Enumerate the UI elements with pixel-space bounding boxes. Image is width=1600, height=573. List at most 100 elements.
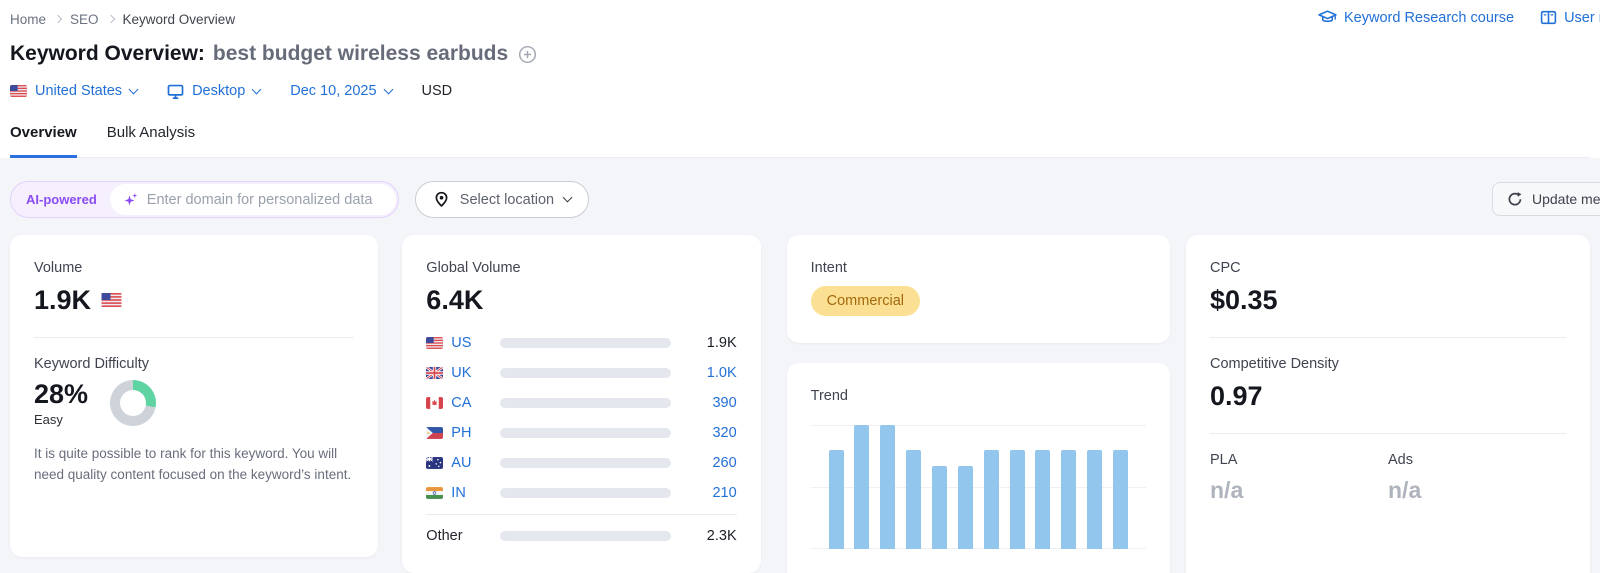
- divider: [34, 337, 354, 338]
- breadcrumb-seo[interactable]: SEO: [70, 12, 99, 27]
- trend-bar: [1087, 450, 1102, 549]
- breadcrumb-chevron-icon: [54, 15, 62, 23]
- volume-bar-track: [500, 488, 670, 498]
- header-links: Keyword Research course User manual: [1318, 9, 1600, 26]
- trend-bar: [932, 466, 947, 549]
- country-volume-value: 2.3K: [681, 528, 737, 544]
- domain-input-wrap[interactable]: [110, 184, 396, 215]
- ads-block: Ads n/a: [1388, 451, 1566, 504]
- location-filter[interactable]: United States: [10, 83, 137, 99]
- intent-label: Intent: [811, 259, 1146, 277]
- country-volume-value[interactable]: 1.0K: [681, 365, 737, 381]
- keyword-difficulty-row: 28% Easy: [34, 379, 354, 427]
- divider: [1210, 433, 1566, 434]
- trend-bar: [854, 425, 869, 549]
- country-link[interactable]: PH: [426, 425, 490, 441]
- volume-bar-track: [500, 398, 670, 408]
- other-label: Other: [426, 528, 490, 544]
- trend-chart: [811, 425, 1146, 549]
- trend-bars: [811, 425, 1146, 549]
- divider: [426, 514, 736, 515]
- volume-card: Volume 1.9K Keyword Difficulty 28% Easy …: [10, 235, 378, 557]
- global-volume-rows: US 1.9K UK 1.0K CA: [426, 328, 736, 551]
- device-filter-label: Desktop: [192, 83, 245, 99]
- breadcrumb-home[interactable]: Home: [10, 12, 46, 27]
- chevron-down-icon: [252, 84, 262, 94]
- chevron-down-icon: [129, 84, 139, 94]
- update-metrics-label: Update metrics: [1532, 191, 1600, 207]
- kd-donut: [110, 380, 156, 426]
- country-link[interactable]: AU: [426, 455, 490, 471]
- pla-value: n/a: [1210, 476, 1388, 504]
- ai-powered-badge: AI-powered: [13, 192, 110, 207]
- trend-bar: [1113, 450, 1128, 549]
- overview-content: AI-powered Select location Update metric…: [0, 158, 1600, 573]
- tab-overview[interactable]: Overview: [10, 123, 77, 158]
- graduation-cap-icon: [1318, 9, 1337, 26]
- global-volume-row-ca: CA 390: [426, 388, 736, 418]
- global-volume-row-uk: UK 1.0K: [426, 358, 736, 388]
- desktop-icon: [167, 83, 184, 100]
- trend-bar: [984, 450, 999, 549]
- country-volume-value[interactable]: 320: [681, 425, 737, 441]
- trend-bar: [906, 450, 921, 549]
- intent-commercial-badge: Commercial: [811, 286, 920, 316]
- keyword-difficulty-description: It is quite possible to rank for this ke…: [34, 444, 354, 486]
- country-volume-value: 1.9K: [681, 335, 737, 351]
- pla-ads-row: PLA n/a Ads n/a: [1210, 451, 1566, 504]
- cpc-label: CPC: [1210, 259, 1566, 277]
- page-title: Keyword Overview: best budget wireless e…: [10, 41, 1590, 67]
- volume-value: 1.9K: [34, 284, 91, 316]
- global-volume-row-au: AU 260: [426, 448, 736, 478]
- keyword-research-course-link[interactable]: Keyword Research course: [1318, 9, 1514, 26]
- breadcrumb-chevron-icon: [106, 15, 114, 23]
- intent-trend-column: Intent Commercial Trend: [787, 235, 1170, 573]
- australia-flag-icon: [426, 457, 443, 469]
- country-volume-value[interactable]: 210: [681, 485, 737, 501]
- user-manual-link[interactable]: User manual: [1540, 9, 1600, 26]
- us-flag-icon: [426, 337, 443, 349]
- country-link[interactable]: IN: [426, 485, 490, 501]
- tab-bulk-analysis[interactable]: Bulk Analysis: [107, 123, 195, 158]
- global-volume-row-us: US 1.9K: [426, 328, 736, 358]
- keyword-difficulty-level: Easy: [34, 412, 88, 427]
- device-filter[interactable]: Desktop: [167, 83, 260, 100]
- select-location-label: Select location: [460, 192, 554, 208]
- ads-value: n/a: [1388, 476, 1566, 504]
- pla-block: PLA n/a: [1210, 451, 1388, 504]
- us-flag-icon: [10, 85, 27, 97]
- volume-bar-track: [500, 338, 670, 348]
- tab-bar: Overview Bulk Analysis: [10, 123, 1590, 158]
- trend-bar: [1035, 450, 1050, 549]
- intent-card: Intent Commercial: [787, 235, 1170, 343]
- trend-bar: [1061, 450, 1076, 549]
- volume-bar-track: [500, 428, 670, 438]
- trend-bar: [880, 425, 895, 549]
- volume-value-row: 1.9K: [34, 284, 354, 316]
- select-location-dropdown[interactable]: Select location: [415, 181, 589, 218]
- philippines-flag-icon: [426, 427, 443, 439]
- toolbar: AI-powered Select location Update metric…: [10, 158, 1590, 218]
- update-metrics-button[interactable]: Update metrics: [1492, 182, 1600, 216]
- domain-input[interactable]: [147, 192, 383, 208]
- circle-plus-icon: [518, 45, 537, 64]
- course-link-label: Keyword Research course: [1344, 10, 1514, 26]
- date-filter[interactable]: Dec 10, 2025: [290, 83, 391, 99]
- volume-bar-track: [500, 531, 670, 541]
- country-link[interactable]: US: [426, 335, 490, 351]
- sparkle-icon: [123, 192, 139, 208]
- cpc-card: CPC $0.35 Competitive Density 0.97 PLA n…: [1186, 235, 1590, 573]
- country-link[interactable]: CA: [426, 395, 490, 411]
- add-keyword-button[interactable]: [518, 45, 537, 64]
- trend-card: Trend: [787, 363, 1170, 573]
- global-volume-row-in: IN 210: [426, 478, 736, 508]
- global-volume-row-ph: PH 320: [426, 418, 736, 448]
- trend-label: Trend: [811, 387, 1146, 405]
- volume-label: Volume: [34, 259, 354, 277]
- chevron-down-icon: [383, 84, 393, 94]
- country-volume-value[interactable]: 260: [681, 455, 737, 471]
- currency-label: USD: [422, 83, 453, 99]
- us-flag-icon: [101, 293, 122, 307]
- country-volume-value[interactable]: 390: [681, 395, 737, 411]
- country-link[interactable]: UK: [426, 365, 490, 381]
